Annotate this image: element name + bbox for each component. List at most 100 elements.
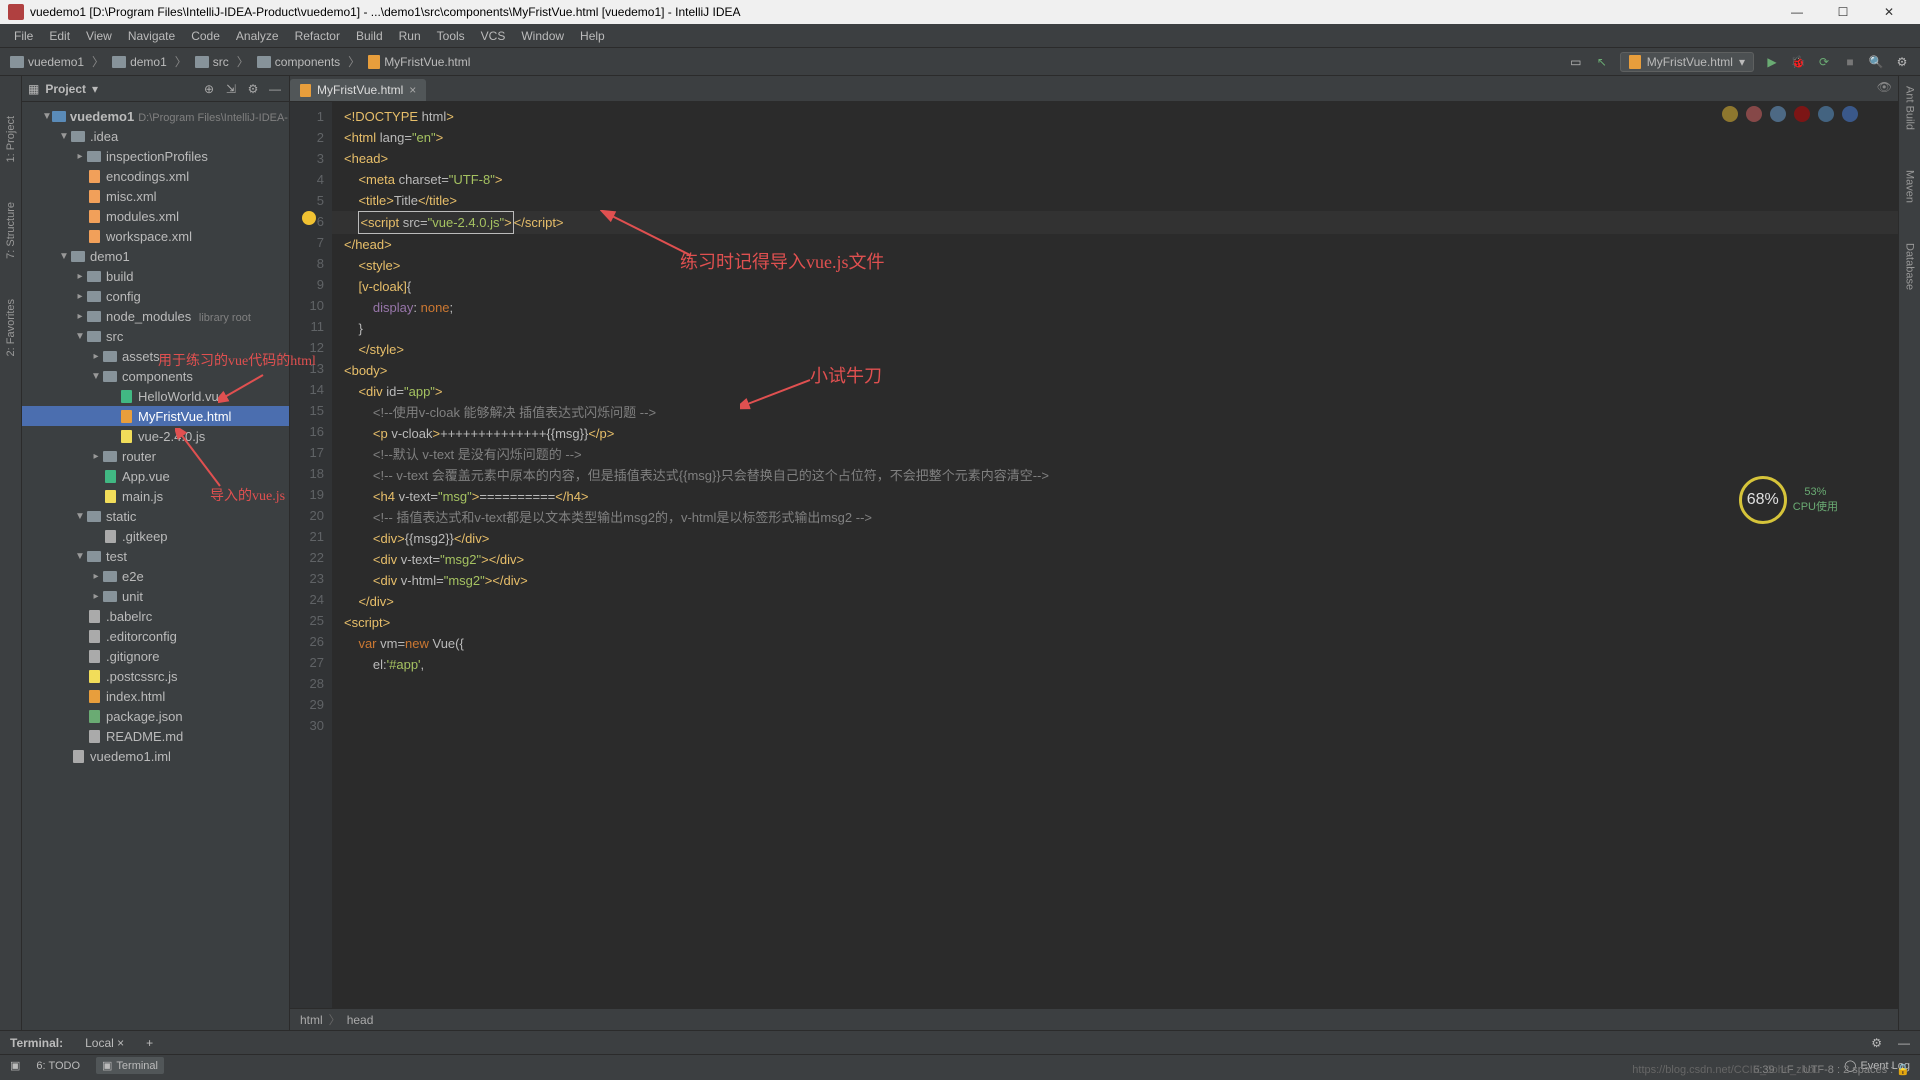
editor-tab[interactable]: MyFristVue.html × — [290, 79, 426, 101]
tree-folder[interactable]: ▸e2e — [22, 566, 289, 586]
menu-view[interactable]: View — [78, 26, 120, 46]
crumb-head[interactable]: head — [347, 1013, 374, 1027]
tree-file[interactable]: modules.xml — [22, 206, 289, 226]
tree-folder[interactable]: ▸config — [22, 286, 289, 306]
tree-root[interactable]: ▼vuedemo1D:\Program Files\IntelliJ-IDEA-… — [22, 106, 289, 126]
tab-database[interactable]: Database — [1904, 243, 1916, 290]
menu-build[interactable]: Build — [348, 26, 391, 46]
tree-file[interactable]: .postcssrc.js — [22, 666, 289, 686]
tree-folder[interactable]: ▸node_modules library root — [22, 306, 289, 326]
opera-icon[interactable] — [1794, 106, 1810, 122]
tab-terminal[interactable]: ▣ Terminal — [96, 1057, 164, 1074]
tree-file[interactable]: .gitignore — [22, 646, 289, 666]
debug-button[interactable]: 🐞 — [1790, 54, 1806, 70]
breadcrumb[interactable]: components〉 — [257, 53, 364, 70]
tree-file[interactable]: App.vue — [22, 466, 289, 486]
project-tree[interactable]: ▼vuedemo1D:\Program Files\IntelliJ-IDEA-… — [22, 102, 289, 1030]
tab-favorites[interactable]: 2: Favorites — [5, 299, 17, 356]
tree-file[interactable]: .babelrc — [22, 606, 289, 626]
menu-file[interactable]: File — [6, 26, 41, 46]
tree-folder[interactable]: ▸build — [22, 266, 289, 286]
tree-file-vuejs[interactable]: vue-2.4.0.js — [22, 426, 289, 446]
stop-button[interactable]: ■ — [1842, 54, 1858, 70]
gear-icon[interactable]: ⚙ — [1871, 1036, 1882, 1050]
tree-folder[interactable]: ▼test — [22, 546, 289, 566]
line-number-gutter[interactable]: 1234567891011121314151617181920212223242… — [290, 102, 332, 1008]
menu-refactor[interactable]: Refactor — [287, 26, 348, 46]
menu-code[interactable]: Code — [183, 26, 228, 46]
code-editor[interactable]: <!DOCTYPE html><html lang="en"><head> <m… — [332, 102, 1898, 1008]
tree-folder[interactable]: ▸unit — [22, 586, 289, 606]
close-button[interactable]: ✕ — [1866, 0, 1912, 24]
run-config-selector[interactable]: MyFristVue.html ▾ — [1620, 52, 1754, 72]
target-icon[interactable]: ⊕ — [201, 81, 217, 97]
gear-icon[interactable]: ⚙ — [245, 81, 261, 97]
chevron-down-icon[interactable]: ▾ — [92, 82, 98, 96]
tab-project[interactable]: 1: Project — [5, 116, 17, 162]
terminal-tab-local[interactable]: Local × — [77, 1034, 132, 1052]
menu-window[interactable]: Window — [513, 26, 572, 46]
tree-file[interactable]: main.js — [22, 486, 289, 506]
close-icon[interactable]: × — [117, 1036, 124, 1050]
tree-file[interactable]: .editorconfig — [22, 626, 289, 646]
menu-navigate[interactable]: Navigate — [120, 26, 183, 46]
menu-run[interactable]: Run — [391, 26, 429, 46]
coverage-button[interactable]: ⟳ — [1816, 54, 1832, 70]
run-button[interactable]: ▶ — [1764, 54, 1780, 70]
chrome-icon[interactable] — [1722, 106, 1738, 122]
crumb-html[interactable]: html — [300, 1013, 323, 1027]
breadcrumb[interactable]: src〉 — [195, 53, 253, 70]
breadcrumb[interactable]: MyFristVue.html — [368, 55, 470, 69]
tree-file[interactable]: vuedemo1.iml — [22, 746, 289, 766]
editor-breadcrumb[interactable]: html 〉 head — [290, 1008, 1898, 1030]
maximize-button[interactable]: ☐ — [1820, 0, 1866, 24]
breadcrumb[interactable]: vuedemo1〉 — [10, 53, 108, 70]
edge-icon[interactable] — [1842, 106, 1858, 122]
close-tab-icon[interactable]: × — [409, 83, 416, 97]
tree-folder[interactable]: ▸inspectionProfiles — [22, 146, 289, 166]
toolwindows-button[interactable]: ▣ — [10, 1059, 20, 1072]
breadcrumb[interactable]: demo1〉 — [112, 53, 191, 70]
inspector-eye-icon[interactable]: 👁 — [1877, 80, 1892, 94]
tree-folder[interactable]: ▸router — [22, 446, 289, 466]
menu-vcs[interactable]: VCS — [473, 26, 514, 46]
collapse-icon[interactable]: ⇲ — [223, 81, 239, 97]
hide-icon[interactable]: — — [267, 81, 283, 97]
tab-todo[interactable]: 6: TODO — [36, 1060, 80, 1072]
tree-file[interactable]: misc.xml — [22, 186, 289, 206]
safari-icon[interactable] — [1770, 106, 1786, 122]
back-arrow-icon[interactable]: ↖ — [1594, 54, 1610, 70]
tree-file[interactable]: .gitkeep — [22, 526, 289, 546]
tab-maven[interactable]: Maven — [1904, 170, 1916, 203]
tree-folder[interactable]: ▼static — [22, 506, 289, 526]
menu-analyze[interactable]: Analyze — [228, 26, 287, 46]
search-icon[interactable]: 🔍 — [1868, 54, 1884, 70]
tree-file[interactable]: package.json — [22, 706, 289, 726]
terminal-add-button[interactable]: + — [140, 1034, 159, 1052]
window-titlebar: vuedemo1 [D:\Program Files\IntelliJ-IDEA… — [0, 0, 1920, 24]
menu-edit[interactable]: Edit — [41, 26, 78, 46]
tree-file[interactable]: workspace.xml — [22, 226, 289, 246]
left-tool-strip: 1: Project 7: Structure 2: Favorites — [0, 76, 22, 1030]
tree-folder[interactable]: ▼src — [22, 326, 289, 346]
right-tool-strip: Ant Build Maven Database — [1898, 76, 1920, 1030]
minimize-button[interactable]: — — [1774, 0, 1820, 24]
tab-ant[interactable]: Ant Build — [1904, 86, 1916, 130]
tab-structure[interactable]: 7: Structure — [5, 202, 17, 259]
device-icon[interactable]: ▭ — [1568, 54, 1584, 70]
ie-icon[interactable] — [1818, 106, 1834, 122]
menu-help[interactable]: Help — [572, 26, 613, 46]
firefox-icon[interactable] — [1746, 106, 1762, 122]
menu-tools[interactable]: Tools — [429, 26, 473, 46]
tree-folder[interactable]: ▸assets — [22, 346, 289, 366]
tree-folder[interactable]: ▼.idea — [22, 126, 289, 146]
tree-folder[interactable]: ▼demo1 — [22, 246, 289, 266]
tree-file[interactable]: index.html — [22, 686, 289, 706]
project-panel-header: ▦ Project ▾ ⊕ ⇲ ⚙ — — [22, 76, 289, 102]
hide-icon[interactable]: — — [1898, 1036, 1910, 1050]
tree-file-myfristvue[interactable]: MyFristVue.html — [22, 406, 289, 426]
folder-icon — [195, 56, 209, 68]
tree-file[interactable]: README.md — [22, 726, 289, 746]
settings-icon[interactable]: ⚙ — [1894, 54, 1910, 70]
tree-file[interactable]: encodings.xml — [22, 166, 289, 186]
